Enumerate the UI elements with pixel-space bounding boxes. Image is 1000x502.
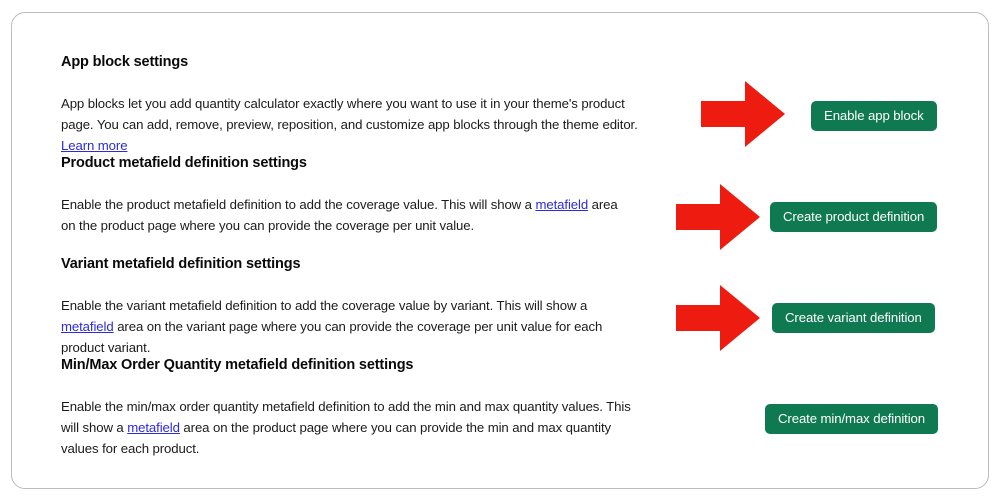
card-inner: App block settings App blocks let you ad… xyxy=(12,13,988,488)
red-arrow-right-icon-variant-metafield xyxy=(676,285,760,351)
section-app-block: App block settings App blocks let you ad… xyxy=(61,54,661,156)
enable-app-block-button[interactable]: Enable app block xyxy=(811,101,937,131)
learn-more-link[interactable]: Learn more xyxy=(61,138,128,153)
section-title-product-metafield: Product metafield definition settings xyxy=(61,155,307,171)
section-body-text-post-variant-metafield: area on the variant page where you can p… xyxy=(61,319,603,356)
section-variant-metafield: Variant metafield definition settings En… xyxy=(61,256,661,358)
section-title-app-block: App block settings xyxy=(61,54,189,70)
section-title-minmax-metafield: Min/Max Order Quantity metafield definit… xyxy=(61,357,414,373)
section-product-metafield: Product metafield definition settings En… xyxy=(61,155,661,236)
screenshot-root: App block settings App blocks let you ad… xyxy=(0,0,1000,502)
section-body-text-product-metafield: Enable the product metafield definition … xyxy=(61,197,536,213)
metafield-link-product[interactable]: metafield xyxy=(535,197,588,212)
red-arrow-right-icon-app-block xyxy=(701,81,785,147)
section-body-text-variant-metafield: Enable the variant metafield definition … xyxy=(61,298,588,314)
metafield-link-minmax[interactable]: metafield xyxy=(127,420,180,435)
section-minmax-metafield: Min/Max Order Quantity metafield definit… xyxy=(61,357,661,459)
section-body-minmax-metafield: Enable the min/max order quantity metafi… xyxy=(61,396,647,459)
section-title-variant-metafield: Variant metafield definition settings xyxy=(61,256,301,272)
section-body-variant-metafield: Enable the variant metafield definition … xyxy=(61,295,632,358)
create-variant-definition-button[interactable]: Create variant definition xyxy=(772,303,935,333)
settings-card: App block settings App blocks let you ad… xyxy=(11,12,989,489)
section-body-text-app-block: App blocks let you add quantity calculat… xyxy=(61,96,638,133)
red-arrow-right-icon-product-metafield xyxy=(676,184,760,250)
metafield-link-variant[interactable]: metafield xyxy=(61,319,114,334)
section-body-app-block: App blocks let you add quantity calculat… xyxy=(61,93,647,156)
section-body-product-metafield: Enable the product metafield definition … xyxy=(61,194,626,236)
create-product-definition-button[interactable]: Create product definition xyxy=(770,202,938,232)
create-minmax-definition-button[interactable]: Create min/max definition xyxy=(765,404,939,434)
